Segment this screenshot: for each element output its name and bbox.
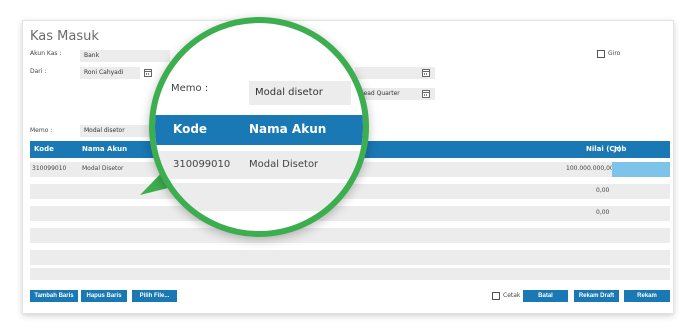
akun-kas-field[interactable]: Bank	[80, 50, 170, 62]
cell-nilai: 0,00	[596, 187, 610, 194]
dari-label: Dari :	[30, 68, 47, 75]
zoom-magnifier: Memo : Modal disetor Kode Nama Akun 3100…	[149, 17, 369, 237]
zoom-memo-field: Modal disetor	[249, 81, 351, 105]
memo-label: Memo :	[30, 127, 53, 134]
dari-field[interactable]: Roni Cahyadi	[80, 67, 140, 79]
zoom-cell-nama-akun: Modal Disetor	[249, 159, 319, 170]
cell-nilai: 0,00	[596, 209, 610, 216]
cell-nama-akun: Modal Disetor	[82, 165, 124, 172]
akun-kas-label: Akun Kas :	[30, 50, 62, 57]
tambah-baris-button[interactable]: Tambah Baris	[30, 290, 78, 302]
zoom-table-header: Kode Nama Akun	[155, 115, 363, 145]
table-row[interactable]	[30, 228, 670, 243]
zoom-memo-label: Memo :	[171, 83, 209, 94]
column-nama-akun: Nama Akun	[82, 145, 128, 153]
batal-button[interactable]: Batal	[523, 290, 568, 302]
column-kode: Kode	[34, 145, 54, 153]
zoom-column-nama-akun: Nama Akun	[249, 122, 327, 136]
hapus-baris-button[interactable]: Hapus Baris	[81, 290, 127, 302]
giro-label: Giro	[608, 50, 621, 57]
cell-kode: 310099010	[32, 165, 67, 172]
zoom-table-row: 310099010 Modal Disetor	[155, 151, 363, 179]
calendar-icon[interactable]	[422, 69, 430, 77]
giro-checkbox[interactable]	[597, 50, 605, 58]
table-row[interactable]	[30, 268, 670, 280]
calendar-icon[interactable]	[144, 69, 152, 77]
zoom-column-kode: Kode	[173, 122, 208, 136]
rekam-draft-button[interactable]: Rekam Draft	[574, 290, 619, 302]
rekam-button[interactable]: Rekam	[624, 290, 670, 302]
cetak-checkbox[interactable]	[492, 292, 500, 300]
pilih-file-button[interactable]: Pilih File...	[132, 290, 177, 302]
cell-job[interactable]	[612, 162, 670, 177]
page-title: Kas Masuk	[30, 29, 99, 44]
column-job: Job	[614, 145, 627, 153]
cell-nilai: 100.000.000,00	[566, 165, 614, 172]
table-row[interactable]	[30, 250, 670, 265]
zoom-cell-kode: 310099010	[173, 159, 231, 170]
calendar-icon[interactable]	[422, 90, 430, 98]
zoom-table-row	[155, 183, 363, 211]
cetak-label: Cetak	[503, 292, 521, 299]
